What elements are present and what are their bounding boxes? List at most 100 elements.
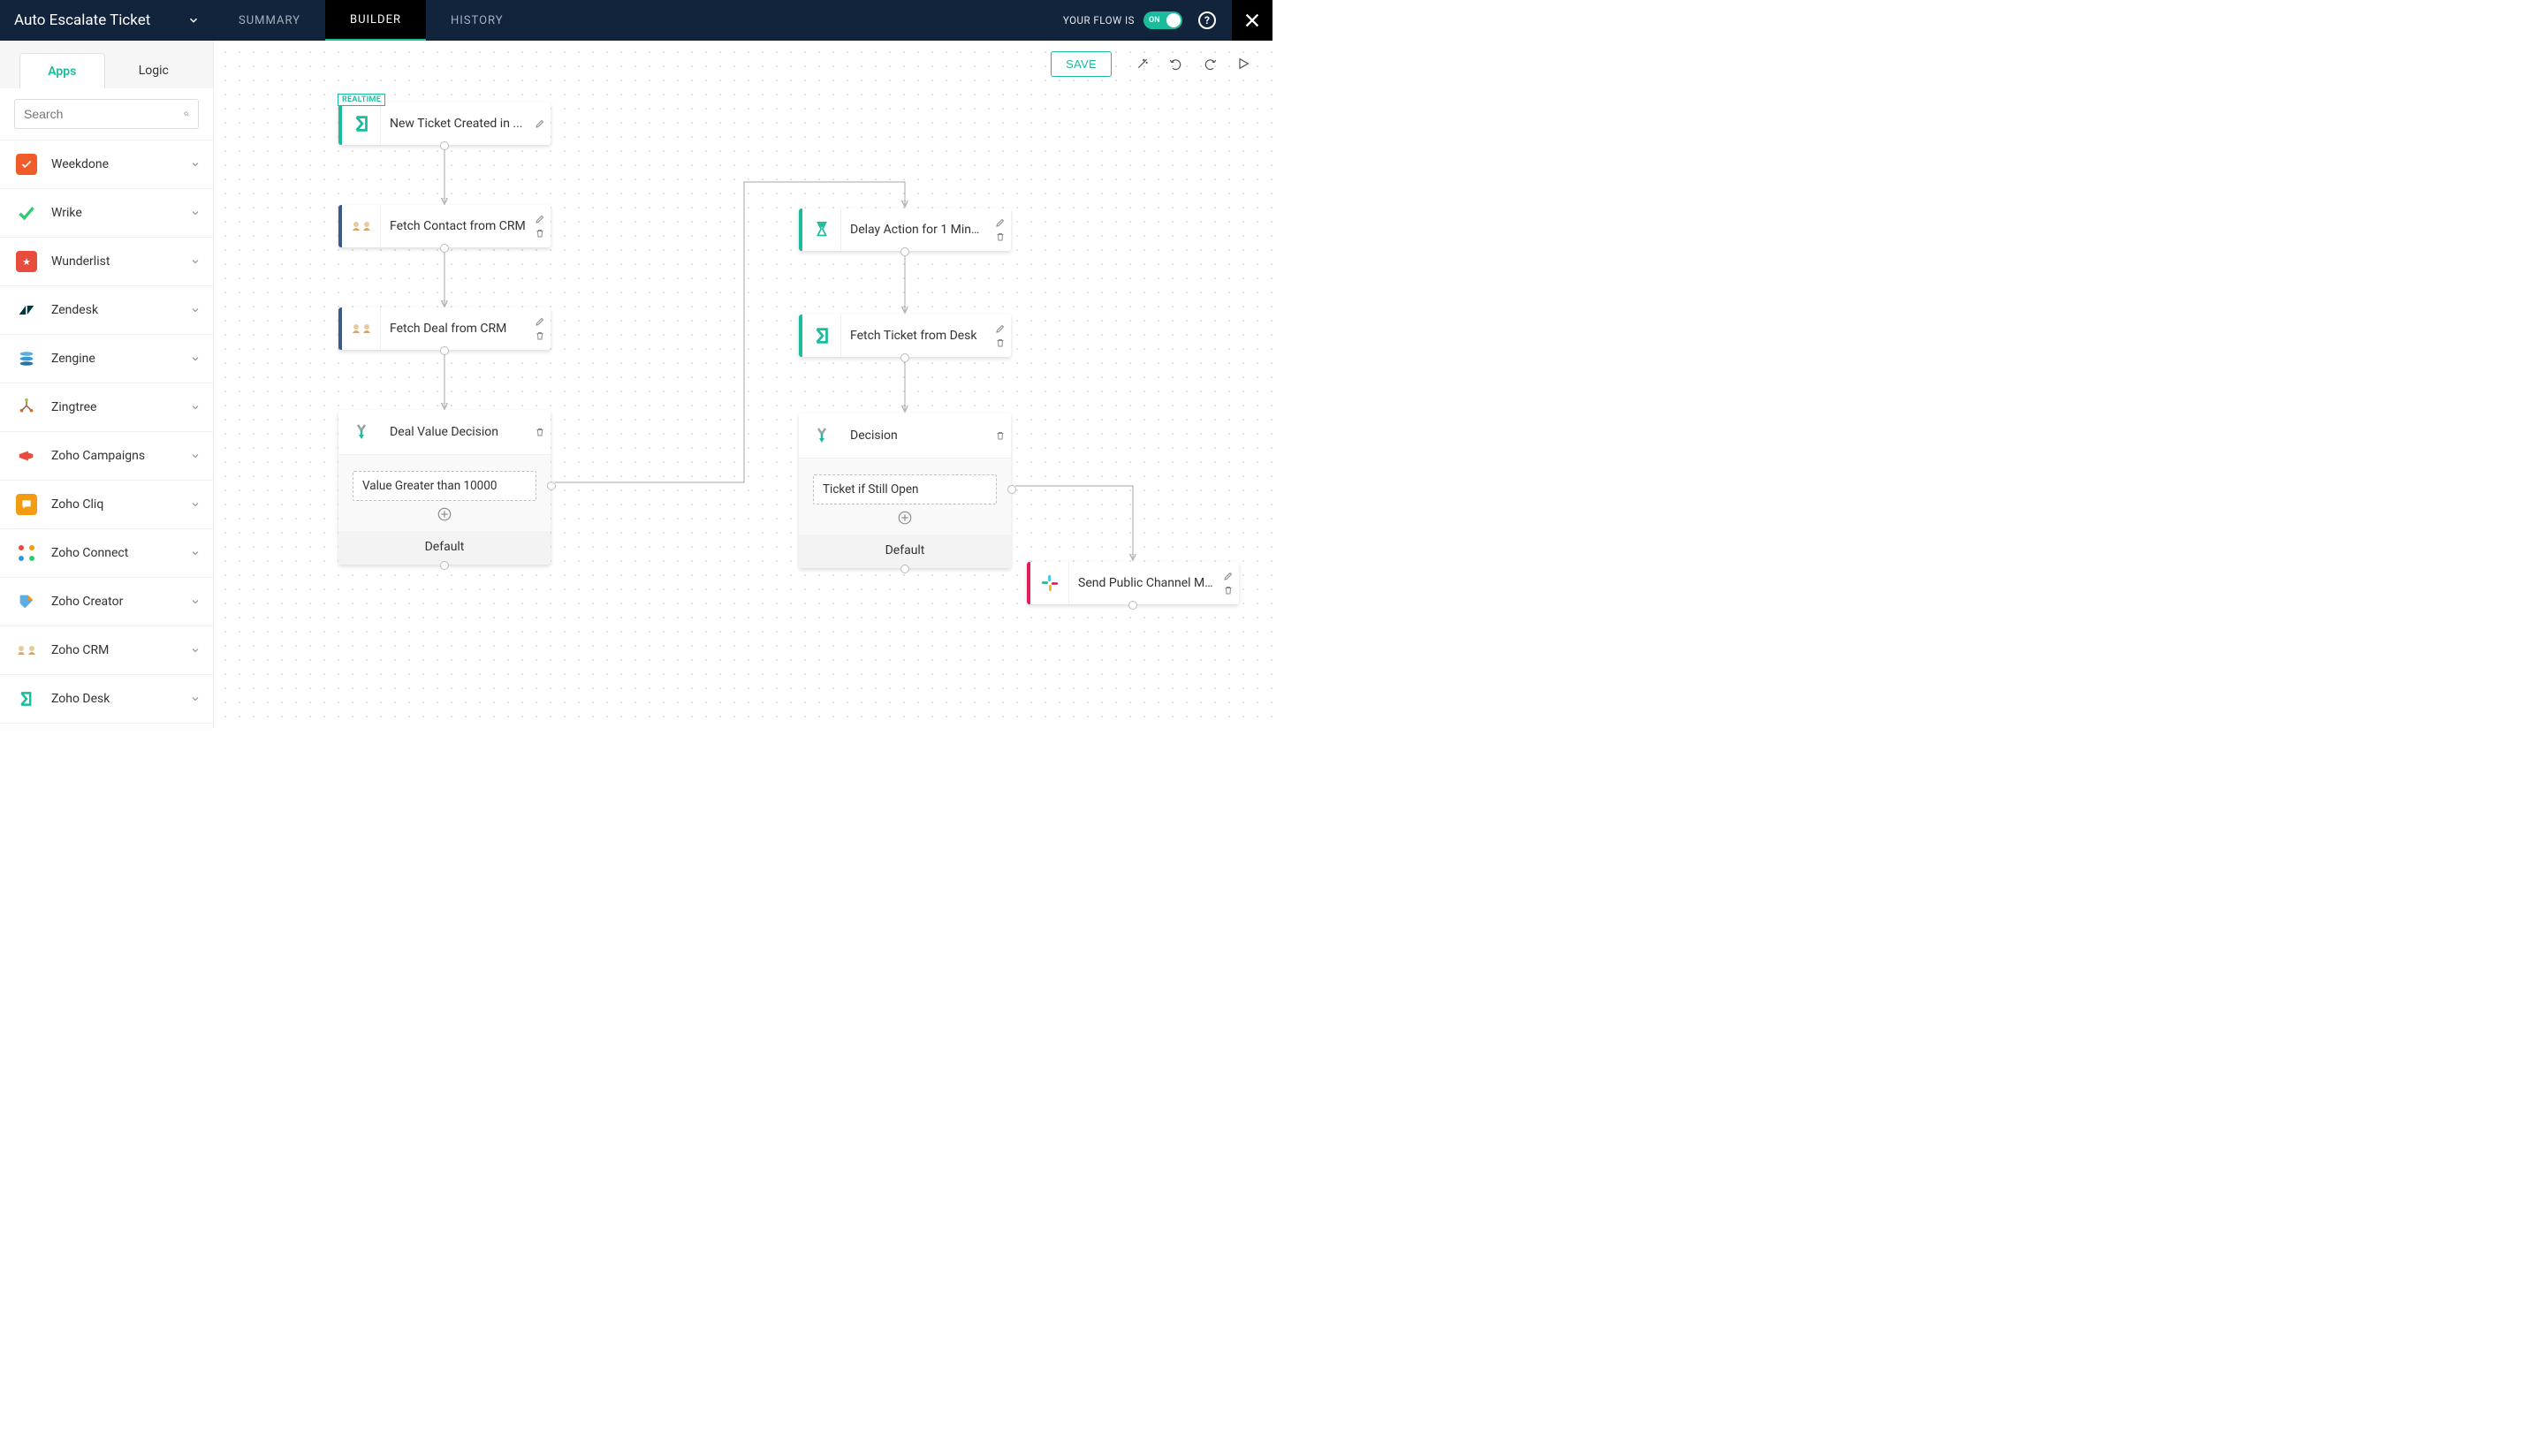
- chevron-down-icon: [190, 353, 201, 364]
- tab-summary[interactable]: SUMMARY: [214, 0, 325, 41]
- weekdone-icon: [16, 154, 37, 175]
- app-item-zoho-creator[interactable]: Zoho Creator: [0, 578, 213, 626]
- node-label: Decision: [841, 428, 995, 443]
- flow-canvas[interactable]: SAVE REALTIME New Ticket Created in ...: [214, 41, 1272, 728]
- app-label: Wunderlist: [51, 254, 190, 269]
- edit-icon[interactable]: [535, 118, 545, 129]
- hourglass-icon: [811, 219, 832, 240]
- sidebar-tab-logic[interactable]: Logic: [112, 53, 196, 88]
- output-port[interactable]: [440, 141, 449, 150]
- app-item-zoho-crm[interactable]: Zoho CRM: [0, 626, 213, 675]
- trash-icon[interactable]: [995, 231, 1006, 242]
- search-input[interactable]: [24, 107, 184, 121]
- app-item-zoho-campaigns[interactable]: Zoho Campaigns: [0, 432, 213, 481]
- edit-icon[interactable]: [1223, 571, 1234, 581]
- node-fetch-contact[interactable]: Fetch Contact from CRM: [338, 205, 551, 247]
- trash-icon[interactable]: [535, 427, 545, 437]
- sidebar-tab-apps[interactable]: Apps: [19, 53, 105, 88]
- chevron-down-icon: [190, 694, 201, 704]
- app-item-zoho-desk[interactable]: Zoho Desk: [0, 675, 213, 724]
- app-item-zingtree[interactable]: Zingtree: [0, 383, 213, 432]
- header: Auto Escalate Ticket SUMMARY BUILDER HIS…: [0, 0, 1272, 41]
- wrike-icon: [16, 202, 37, 224]
- canvas-toolbar: SAVE: [1051, 49, 1260, 78]
- flow-on-toggle[interactable]: ON: [1143, 11, 1182, 29]
- flow-status-label: YOUR FLOW IS: [1063, 14, 1135, 27]
- app-item-zoho-connect[interactable]: Zoho Connect: [0, 529, 213, 578]
- zoho-cliq-icon: [16, 494, 37, 515]
- node-trigger[interactable]: REALTIME New Ticket Created in ...: [338, 102, 551, 145]
- chevron-down-icon: [190, 305, 201, 315]
- condition-port[interactable]: [1007, 485, 1016, 494]
- node-slack[interactable]: Send Public Channel M...: [1027, 562, 1239, 604]
- app-label: Zendesk: [51, 303, 190, 317]
- flow-title: Auto Escalate Ticket: [14, 11, 187, 29]
- zoho-campaigns-icon: [16, 445, 37, 466]
- app-item-zoho-cliq[interactable]: Zoho Cliq: [0, 481, 213, 529]
- app-label: Zengine: [51, 352, 190, 366]
- run-button[interactable]: [1227, 49, 1260, 78]
- node-label: New Ticket Created in ...: [381, 117, 535, 131]
- apps-list: Weekdone Wrike ★ Wunderlist Zendesk Zeng…: [0, 140, 213, 728]
- add-condition-button[interactable]: [897, 510, 913, 526]
- edit-icon[interactable]: [535, 214, 545, 224]
- chevron-down-icon: [190, 645, 201, 656]
- condition-branch[interactable]: Ticket if Still Open: [813, 474, 997, 504]
- sidebar: Apps Logic Weekdone Wrike ★ Wunderlist Z…: [0, 41, 214, 728]
- sidebar-tabs: Apps Logic: [0, 41, 213, 88]
- edit-icon[interactable]: [995, 217, 1006, 228]
- output-port[interactable]: [900, 247, 909, 256]
- app-item-zengine[interactable]: Zengine: [0, 335, 213, 383]
- node-label: Fetch Ticket from Desk: [841, 329, 995, 343]
- default-branch[interactable]: Default: [799, 535, 1011, 568]
- tab-builder[interactable]: BUILDER: [325, 0, 426, 41]
- output-port[interactable]: [900, 353, 909, 362]
- app-item-weekdone[interactable]: Weekdone: [0, 140, 213, 189]
- magic-wand-button[interactable]: [1126, 49, 1159, 78]
- close-button[interactable]: [1232, 0, 1272, 41]
- trash-icon[interactable]: [535, 330, 545, 341]
- trash-icon[interactable]: [995, 337, 1006, 348]
- node-label: Deal Value Decision: [381, 425, 535, 439]
- condition-branch[interactable]: Value Greater than 10000: [353, 471, 536, 501]
- redo-button[interactable]: [1193, 49, 1227, 78]
- app-item-wunderlist[interactable]: ★ Wunderlist: [0, 238, 213, 286]
- zoho-desk-icon: [16, 688, 37, 709]
- node-delay[interactable]: Delay Action for 1 Minute: [799, 209, 1011, 251]
- tab-history[interactable]: HISTORY: [426, 0, 528, 41]
- app-label: Zoho Cliq: [51, 497, 190, 512]
- zingtree-icon: [16, 397, 37, 418]
- edit-icon[interactable]: [995, 323, 1006, 334]
- app-label: Zoho Connect: [51, 546, 190, 560]
- output-port[interactable]: [440, 346, 449, 355]
- chevron-down-icon: [190, 596, 201, 607]
- slack-icon: [1039, 573, 1060, 594]
- chevron-down-icon: [187, 14, 200, 27]
- trash-icon[interactable]: [995, 430, 1006, 441]
- search-box[interactable]: [14, 99, 199, 129]
- node-deal-decision[interactable]: Deal Value Decision Value Greater than 1…: [338, 410, 551, 565]
- default-port[interactable]: [900, 565, 909, 573]
- flow-title-dropdown[interactable]: Auto Escalate Ticket: [0, 0, 214, 41]
- trash-icon[interactable]: [1223, 585, 1234, 595]
- output-port[interactable]: [1128, 601, 1137, 610]
- condition-port[interactable]: [547, 482, 556, 490]
- save-button[interactable]: SAVE: [1051, 51, 1112, 77]
- app-label: Zoho Creator: [51, 595, 190, 609]
- node-fetch-deal[interactable]: Fetch Deal from CRM: [338, 307, 551, 350]
- add-condition-button[interactable]: [437, 506, 452, 522]
- zoho-connect-icon: [16, 542, 37, 564]
- decision-icon: [811, 425, 832, 446]
- default-port[interactable]: [440, 561, 449, 570]
- app-item-wrike[interactable]: Wrike: [0, 189, 213, 238]
- node-fetch-ticket[interactable]: Fetch Ticket from Desk: [799, 315, 1011, 357]
- node-ticket-decision[interactable]: Decision Ticket if Still Open Default: [799, 413, 1011, 568]
- default-branch[interactable]: Default: [338, 531, 551, 565]
- trash-icon[interactable]: [535, 228, 545, 239]
- app-item-zendesk[interactable]: Zendesk: [0, 286, 213, 335]
- app-label: Zoho CRM: [51, 643, 190, 657]
- edit-icon[interactable]: [535, 316, 545, 327]
- undo-button[interactable]: [1159, 49, 1193, 78]
- output-port[interactable]: [440, 244, 449, 253]
- help-button[interactable]: ?: [1198, 11, 1216, 29]
